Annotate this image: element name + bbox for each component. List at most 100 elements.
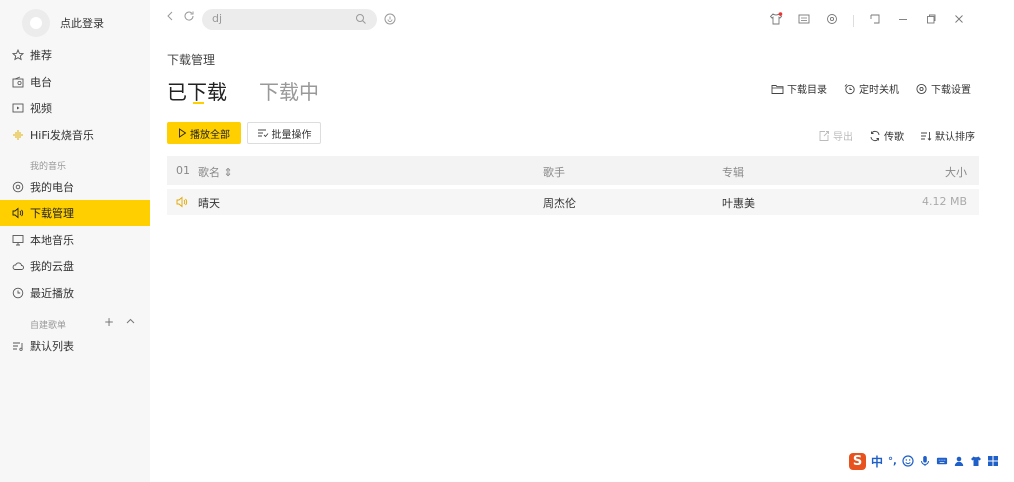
emoji-icon[interactable] bbox=[902, 455, 914, 467]
export-icon bbox=[819, 130, 829, 141]
sidebar-item-label: 下载管理 bbox=[30, 207, 74, 220]
window-controls bbox=[769, 12, 966, 29]
sidebar-item-radio[interactable]: 电台 bbox=[0, 69, 150, 95]
search-icon[interactable] bbox=[355, 13, 367, 25]
batch-icon bbox=[257, 129, 268, 138]
sidebar-item-default-playlist[interactable]: 默认列表 bbox=[0, 333, 150, 359]
sort-button[interactable]: 默认排序 bbox=[920, 128, 975, 143]
refresh-button[interactable] bbox=[183, 10, 195, 25]
keyboard-icon[interactable] bbox=[936, 455, 948, 467]
sidebar-item-label: 视频 bbox=[30, 102, 52, 115]
playlist-section-controls: + bbox=[104, 315, 135, 329]
login-area[interactable]: 点此登录 bbox=[22, 9, 104, 37]
settings-icon bbox=[916, 83, 927, 94]
back-button[interactable] bbox=[165, 10, 175, 25]
batch-operation-label: 批量操作 bbox=[271, 129, 312, 141]
maximize-button[interactable] bbox=[924, 12, 938, 29]
sidebar-item-my-radio[interactable]: 我的电台 bbox=[0, 174, 150, 200]
timer-shutdown-label: 定时关机 bbox=[859, 85, 899, 96]
sidebar-item-recommend[interactable]: 推荐 bbox=[0, 42, 150, 68]
message-button[interactable] bbox=[797, 12, 811, 29]
play-all-button[interactable]: 播放全部 bbox=[167, 122, 241, 144]
avatar[interactable] bbox=[22, 9, 50, 37]
transfer-label: 传歌 bbox=[884, 132, 904, 143]
active-tab-indicator bbox=[193, 102, 204, 104]
tshirt-icon bbox=[769, 12, 783, 25]
download-icon bbox=[12, 207, 24, 219]
timer-icon bbox=[844, 83, 855, 94]
listen-recognize-icon[interactable] bbox=[383, 12, 397, 26]
ime-toolbar: S 中 °, bbox=[849, 451, 999, 471]
sidebar-item-label: 推荐 bbox=[30, 49, 52, 62]
radio-icon bbox=[12, 76, 24, 88]
export-label: 导出 bbox=[833, 132, 853, 143]
mini-mode-button[interactable] bbox=[868, 12, 882, 29]
play-icon bbox=[179, 128, 187, 138]
sidebar: 点此登录 推荐 电台 视频 HiFi发烧音乐 我的音乐 我的电台 下载管理 本地… bbox=[0, 0, 150, 482]
history-nav bbox=[165, 10, 195, 25]
song-artist[interactable]: 周杰伦 bbox=[543, 195, 576, 211]
microphone-icon[interactable] bbox=[919, 455, 931, 467]
song-album[interactable]: 叶惠美 bbox=[722, 195, 755, 211]
ime-language-toggle[interactable]: 中 bbox=[871, 453, 883, 470]
sidebar-item-hifi[interactable]: HiFi发烧音乐 bbox=[0, 122, 150, 148]
sidebar-item-cloud[interactable]: 我的云盘 bbox=[0, 253, 150, 279]
tab-downloaded[interactable]: 已下载 bbox=[167, 76, 227, 105]
download-settings-label: 下载设置 bbox=[931, 85, 971, 96]
page-title: 下载管理 bbox=[167, 53, 216, 67]
mail-icon bbox=[798, 14, 810, 24]
chevron-left-icon bbox=[167, 11, 173, 21]
gear-icon bbox=[827, 14, 837, 24]
ime-logo[interactable]: S bbox=[849, 452, 866, 470]
sidebar-item-label: 默认列表 bbox=[30, 340, 74, 353]
download-folder-button[interactable]: 下载目录 bbox=[771, 81, 827, 96]
table-header: 01 歌名 ⇕ 歌手 专辑 大小 bbox=[167, 156, 979, 185]
settings-button[interactable] bbox=[825, 12, 839, 29]
search-bar[interactable]: dj bbox=[202, 9, 377, 30]
monitor-icon bbox=[12, 234, 24, 246]
column-album: 专辑 bbox=[722, 166, 744, 179]
play-all-label: 播放全部 bbox=[190, 129, 230, 141]
sidebar-item-local-music[interactable]: 本地音乐 bbox=[0, 227, 150, 253]
tab-downloading[interactable]: 下载中 bbox=[259, 76, 319, 105]
minimize-icon bbox=[899, 19, 907, 20]
ime-punctuation-toggle[interactable]: °, bbox=[888, 456, 897, 467]
folder-icon bbox=[771, 84, 784, 94]
user-icon[interactable] bbox=[953, 455, 965, 467]
sidebar-item-label: 我的云盘 bbox=[30, 260, 74, 273]
sidebar-item-download-manager[interactable]: 下载管理 bbox=[0, 200, 150, 226]
skin-button[interactable] bbox=[769, 12, 783, 29]
download-toolbar: 下载目录 定时关机 下载设置 bbox=[771, 81, 971, 96]
refresh-icon bbox=[184, 11, 194, 21]
table-row[interactable]: 晴天 周杰伦 叶惠美 4.12 MB bbox=[167, 189, 979, 215]
skin-icon[interactable] bbox=[970, 455, 982, 467]
close-button[interactable] bbox=[952, 12, 966, 29]
star-icon bbox=[12, 49, 24, 61]
search-input[interactable]: dj bbox=[212, 12, 222, 25]
hifi-icon bbox=[12, 129, 24, 141]
column-size: 大小 bbox=[945, 166, 967, 179]
batch-operation-button[interactable]: 批量操作 bbox=[247, 122, 321, 144]
maximize-icon bbox=[927, 14, 936, 24]
sidebar-item-recent[interactable]: 最近播放 bbox=[0, 280, 150, 306]
video-icon bbox=[12, 102, 24, 114]
cloud-icon bbox=[12, 260, 24, 272]
sidebar-item-video[interactable]: 视频 bbox=[0, 95, 150, 121]
section-my-music: 我的音乐 bbox=[30, 162, 67, 172]
transfer-icon bbox=[870, 130, 880, 141]
collapse-button[interactable] bbox=[126, 315, 135, 329]
transfer-button[interactable]: 传歌 bbox=[869, 128, 904, 143]
playlist-icon bbox=[12, 340, 24, 352]
close-icon bbox=[955, 15, 963, 23]
toolbox-icon[interactable] bbox=[987, 455, 999, 467]
export-button[interactable]: 导出 bbox=[818, 128, 853, 143]
download-settings-button[interactable]: 下载设置 bbox=[915, 81, 971, 96]
timer-shutdown-button[interactable]: 定时关机 bbox=[843, 81, 899, 96]
song-name[interactable]: 晴天 bbox=[198, 195, 220, 211]
sidebar-item-label: 本地音乐 bbox=[30, 234, 74, 247]
column-song-name[interactable]: 歌名 ⇕ bbox=[198, 164, 233, 180]
minimize-button[interactable] bbox=[896, 12, 910, 29]
clock-icon bbox=[12, 287, 24, 299]
add-playlist-button[interactable]: + bbox=[104, 315, 114, 329]
login-label[interactable]: 点此登录 bbox=[60, 15, 104, 31]
